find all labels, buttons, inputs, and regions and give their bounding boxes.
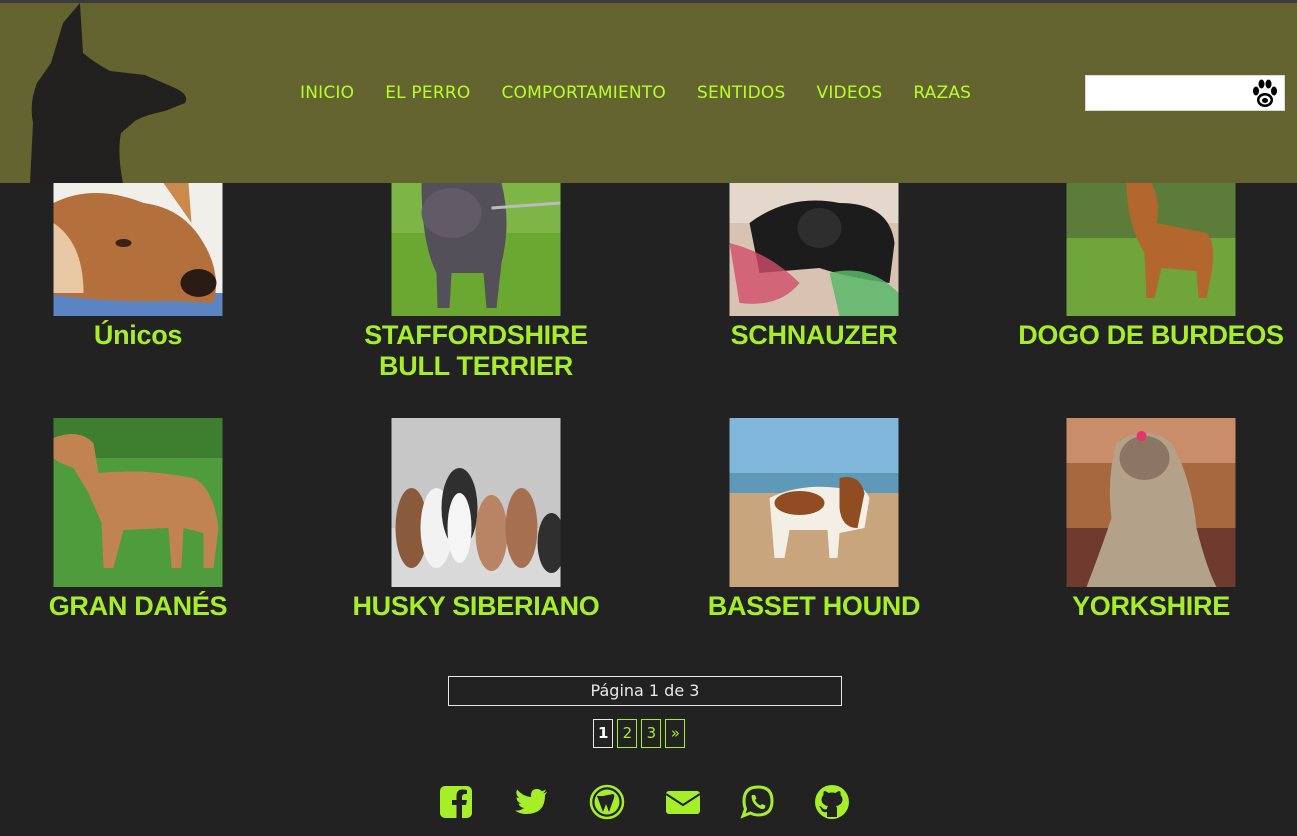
breed-photo[interactable] <box>391 183 561 316</box>
breed-photo[interactable] <box>391 418 561 587</box>
breed-title[interactable]: HUSKY SIBERIANO <box>326 591 626 622</box>
breed-title[interactable]: DOGO DE BURDEOS <box>1001 320 1297 351</box>
nav-videos[interactable]: VIDEOS <box>816 83 882 109</box>
breed-photo[interactable] <box>53 418 223 587</box>
search-input[interactable] <box>1090 80 1250 106</box>
pagination-info: Página 1 de 3 <box>448 676 842 706</box>
breed-photo[interactable] <box>1066 418 1236 587</box>
pagination: 1 2 3 » <box>593 719 686 748</box>
breed-title[interactable]: SCHNAUZER <box>664 320 964 351</box>
breed-title[interactable]: STAFFORDSHIRE BULL TERRIER <box>326 320 626 382</box>
main-nav: INICIO EL PERRO COMPORTAMIENTO SENTIDOS … <box>300 83 1002 109</box>
social-links <box>0 784 1297 820</box>
breed-title[interactable]: BASSET HOUND <box>664 591 964 622</box>
page-2-link[interactable]: 2 <box>617 719 638 748</box>
nav-comportamiento[interactable]: COMPORTAMIENTO <box>501 83 666 109</box>
nav-sentidos[interactable]: SENTIDOS <box>697 83 786 109</box>
email-icon[interactable] <box>665 784 701 820</box>
breed-photo[interactable] <box>729 418 899 587</box>
breed-title[interactable]: GRAN DANÉS <box>0 591 288 622</box>
wordpress-icon[interactable] <box>589 784 625 820</box>
breed-photo[interactable] <box>1066 183 1236 316</box>
whatsapp-icon[interactable] <box>740 784 776 820</box>
page-1-current[interactable]: 1 <box>593 719 614 748</box>
search-box <box>1085 75 1285 111</box>
next-page-link[interactable]: » <box>665 719 686 748</box>
breed-title[interactable]: Únicos <box>0 320 288 351</box>
breed-title[interactable]: YORKSHIRE <box>1001 591 1297 622</box>
paw-icon[interactable] <box>1250 78 1280 110</box>
facebook-icon[interactable] <box>438 784 474 820</box>
twitter-icon[interactable] <box>513 784 549 820</box>
github-icon[interactable] <box>814 784 850 820</box>
nav-inicio[interactable]: INICIO <box>300 83 354 109</box>
site-header: INICIO EL PERRO COMPORTAMIENTO SENTIDOS … <box>0 3 1297 183</box>
nav-el-perro[interactable]: EL PERRO <box>385 83 470 109</box>
breed-photo[interactable] <box>53 183 223 316</box>
nav-razas[interactable]: RAZAS <box>913 83 971 109</box>
breed-photo[interactable] <box>729 183 899 316</box>
dog-silhouette-logo[interactable] <box>25 3 195 183</box>
page-3-link[interactable]: 3 <box>641 719 662 748</box>
